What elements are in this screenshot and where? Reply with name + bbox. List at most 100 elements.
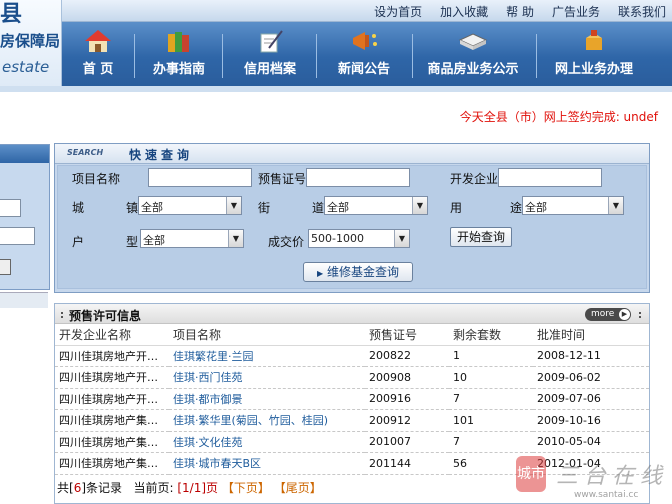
quick-search-panel: SEARCH 快速查询 项目名称 预售证号 开发企业 城 镇 全部 ▼ 街 道 … (54, 143, 650, 293)
use-select[interactable]: 全部 ▼ (522, 196, 624, 215)
cell-permit: 201144 (365, 452, 449, 475)
use-label-2: 途 (510, 201, 523, 215)
permit-no-label: 预售证号 (258, 172, 307, 186)
project-name-input[interactable] (148, 168, 252, 187)
price-label: 成交价 (268, 235, 305, 249)
nav-news[interactable]: 新闻公告 (324, 22, 404, 86)
quick-search-title: 快速查询 (129, 148, 194, 162)
link-add-favorite[interactable]: 加入收藏 (440, 3, 488, 20)
cell-project-link[interactable]: 佳琪·文化佳苑 (169, 431, 365, 453)
signing-bulletin: 今天全县（市）网上签约完成: undef (0, 92, 672, 140)
use-select-value: 全部 (525, 201, 547, 214)
left-input-2[interactable] (0, 227, 35, 245)
maintenance-fund-label: 维修基金查询 (326, 265, 399, 279)
cell-project-link[interactable]: 佳琪·繁华里(菊园、竹园、桂园) (169, 409, 365, 432)
permit-no-input[interactable] (306, 168, 410, 187)
developer-label: 开发企业 (450, 172, 499, 186)
presale-permit-panel: 预售许可信息 more ▶ 开发企业名称 项目名称 预售证号 剩余套数 批准时间… (54, 303, 650, 504)
document-pen-icon (260, 30, 283, 53)
pager-current-label: 当前页: (133, 481, 174, 495)
street-select[interactable]: 全部 ▼ (324, 196, 428, 215)
col-project: 项目名称 (169, 325, 365, 346)
top-link-bar: 设为首页 加入收藏 帮 助 广告业务 联系我们 (62, 0, 672, 22)
arrow-right-icon: ▶ (619, 309, 630, 320)
start-search-button[interactable]: 开始查询 (450, 227, 512, 247)
street-label-1: 街 (258, 201, 271, 215)
logo-line2: 房保障局 (0, 32, 61, 50)
nav-home-label: 首 页 (82, 62, 114, 77)
cell-remaining: 7 (449, 388, 533, 410)
pager-next-link[interactable]: 【下页】 (222, 481, 270, 495)
link-help[interactable]: 帮 助 (506, 3, 534, 20)
col-permit: 预售证号 (365, 325, 449, 346)
left-button[interactable] (0, 259, 11, 275)
nav-online-business[interactable]: 网上业务办理 (544, 22, 644, 86)
cell-project-link[interactable]: 佳琪·西门佳苑 (169, 366, 365, 389)
street-label-2: 道 (312, 201, 325, 215)
presale-header: 预售许可信息 more ▶ (55, 304, 649, 324)
table-header-row: 开发企业名称 项目名称 预售证号 剩余套数 批准时间 (55, 325, 649, 346)
col-developer: 开发企业名称 (55, 325, 169, 346)
cell-date: 2008-12-11 (533, 345, 649, 367)
developer-input[interactable] (498, 168, 602, 187)
site-header: 县 房保障局 estate 设为首页 加入收藏 帮 助 广告业务 联系我们 首 … (0, 0, 672, 92)
table-row[interactable]: 四川佳琪房地产开… 佳琪繁花里·兰园 200822 1 2008-12-11 (55, 345, 649, 367)
cell-company: 四川佳琪房地产开… (55, 345, 169, 367)
nav-commercial-housing-label: 商品房业务公示 (427, 62, 519, 77)
top-links: 设为首页 加入收藏 帮 助 广告业务 联系我们 (356, 3, 666, 20)
cell-remaining: 1 (449, 345, 533, 367)
nav-news-label: 新闻公告 (337, 62, 390, 77)
more-label: more (591, 309, 615, 319)
nav-home[interactable]: 首 页 (68, 22, 128, 86)
cell-date: 2012-01-04 (533, 452, 649, 475)
table-row[interactable]: 四川佳琪房地产集… 佳琪·繁华里(菊园、竹园、桂园) 200912 101 20… (55, 409, 649, 432)
left-input-1[interactable] (0, 199, 21, 217)
main-nav: 首 页 办事指南 信用档案 新闻公告 商品房业务公示 网上业务办理 (62, 22, 672, 86)
city-select[interactable]: 全部 ▼ (138, 196, 242, 215)
maintenance-fund-button[interactable]: ▶ 维修基金查询 (303, 262, 413, 282)
more-button[interactable]: more ▶ (585, 308, 631, 321)
pager-last-link[interactable]: 【尾页】 (274, 481, 322, 495)
dots-icon (61, 312, 67, 318)
cell-remaining: 56 (449, 452, 533, 475)
presale-title: 预售许可信息 (69, 309, 142, 323)
cell-remaining: 101 (449, 409, 533, 432)
cell-date: 2009-06-02 (533, 366, 649, 389)
link-set-homepage[interactable]: 设为首页 (374, 3, 422, 20)
table-row[interactable]: 四川佳琪房地产集… 佳琪·文化佳苑 201007 7 2010-05-04 (55, 431, 649, 453)
cell-remaining: 7 (449, 431, 533, 453)
cell-project-link[interactable]: 佳琪·城市春天B区 (169, 452, 365, 475)
cell-permit: 200912 (365, 409, 449, 432)
nav-guide-label: 办事指南 (152, 62, 205, 77)
cell-project-link[interactable]: 佳琪繁花里·兰园 (169, 345, 365, 367)
megaphone-icon (353, 32, 377, 50)
link-advertising[interactable]: 广告业务 (552, 3, 600, 20)
chevron-down-icon: ▼ (228, 230, 243, 247)
search-badge: SEARCH (67, 148, 104, 157)
chevron-down-icon: ▼ (394, 230, 409, 247)
triangle-right-icon: ▶ (317, 269, 324, 278)
cell-permit: 201007 (365, 431, 449, 453)
pager-current: [1/1]页 (177, 481, 219, 495)
chevron-down-icon: ▼ (412, 197, 427, 214)
link-contact-us[interactable]: 联系我们 (618, 3, 666, 20)
nav-commercial-housing[interactable]: 商品房业务公示 (418, 22, 528, 86)
unit-type-select[interactable]: 全部 ▼ (140, 229, 244, 248)
nav-credit[interactable]: 信用档案 (232, 22, 308, 86)
project-name-label: 项目名称 (72, 172, 121, 186)
signing-bulletin-text: 今天全县（市）网上签约完成: undef (459, 110, 658, 124)
table-row[interactable]: 四川佳琪房地产开… 佳琪·都市御景 200916 7 2009-07-06 (55, 388, 649, 410)
site-logo[interactable]: 县 房保障局 estate (0, 0, 62, 92)
left-panel-header (0, 145, 49, 163)
cell-project-link[interactable]: 佳琪·都市御景 (169, 388, 365, 410)
left-login-panel (0, 144, 50, 290)
table-row[interactable]: 四川佳琪房地产集… 佳琪·城市春天B区 201144 56 2012-01-04 (55, 452, 649, 475)
quick-search-header: SEARCH 快速查询 (55, 144, 649, 164)
cell-permit: 200908 (365, 366, 449, 389)
use-label-1: 用 (450, 201, 463, 215)
nav-guide[interactable]: 办事指南 (144, 22, 214, 86)
price-select[interactable]: 500-1000 ▼ (308, 229, 410, 248)
left-panel-footer (0, 292, 48, 308)
table-row[interactable]: 四川佳琪房地产开… 佳琪·西门佳苑 200908 10 2009-06-02 (55, 366, 649, 389)
nav-credit-label: 信用档案 (243, 62, 296, 77)
